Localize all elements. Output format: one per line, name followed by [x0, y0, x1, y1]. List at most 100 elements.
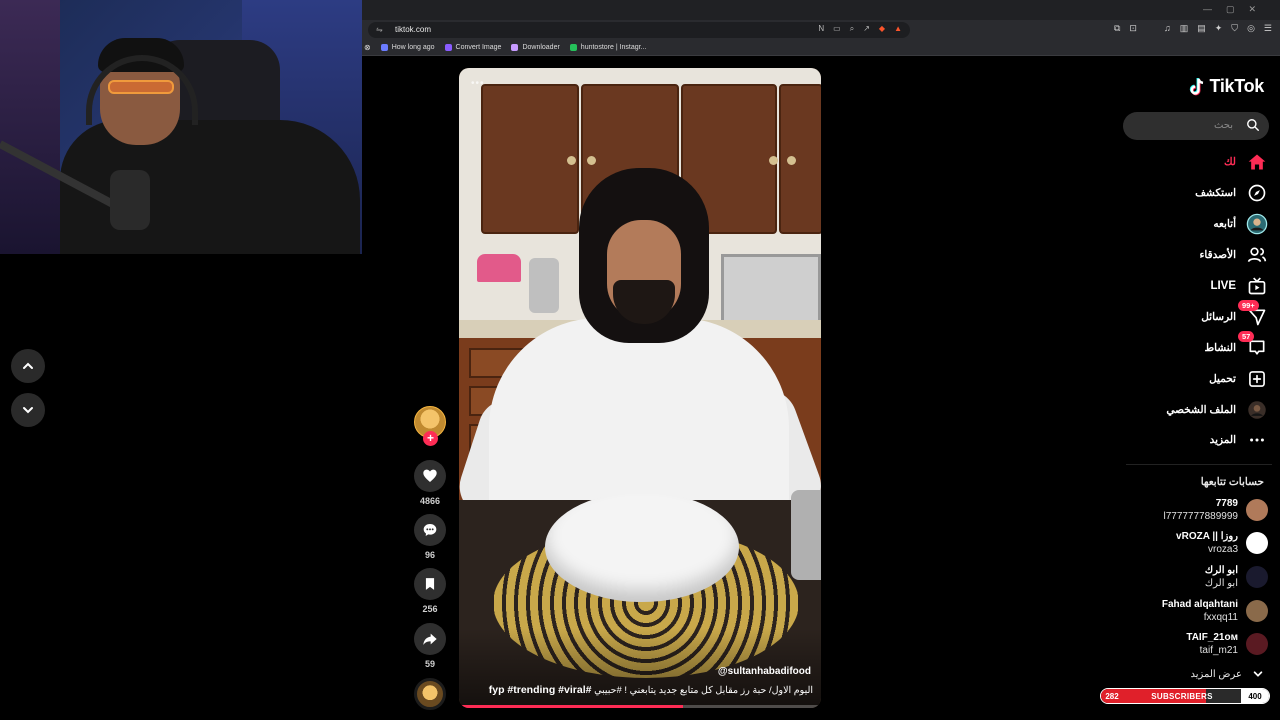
sidebar-item-for-you[interactable]: لك	[1224, 150, 1268, 174]
zoom-icon[interactable]: ⌕	[850, 24, 854, 34]
brave-shield-icon[interactable]: ◆	[879, 24, 885, 34]
address-bar[interactable]: ⇋ tiktok.com N ▭ ⌕ ↗ ◆ ▲	[368, 22, 910, 38]
subscriber-goal-bar: 282 SUBSCRIBERS 400	[1100, 688, 1270, 704]
see-more-label: عرض المزيد	[1190, 668, 1242, 680]
subscriber-progress: SUBSCRIBERS	[1123, 689, 1241, 703]
tiktok-logo-text: TikTok	[1209, 76, 1264, 96]
like-button[interactable]	[414, 460, 446, 492]
wallet-icon[interactable]: ◎	[1247, 23, 1255, 34]
video-progress-bar[interactable]	[459, 705, 821, 708]
comment-count: 96	[424, 550, 435, 560]
site-info-icon[interactable]: ⇋	[376, 25, 383, 34]
window-controls[interactable]: —▢✕	[1203, 4, 1270, 15]
webcam-overlay	[0, 0, 362, 254]
bookmark-downloader[interactable]: Downloader	[511, 44, 560, 51]
extension-icon[interactable]: ⧉	[1114, 23, 1120, 34]
video-caption-text: اليوم الاول/ حبة رز مقابل كل متابع جديد …	[594, 685, 813, 696]
video-player[interactable]: ••• @sultanhabadifood اليوم الاول/ حبة ر…	[459, 68, 821, 708]
sidebar-item-label: لك	[1223, 156, 1236, 168]
bookmark-label: huntostore | Instagr...	[580, 44, 647, 51]
compass-icon	[1246, 182, 1268, 204]
share-icon[interactable]: ↗	[863, 24, 870, 34]
previous-video-button[interactable]	[11, 349, 45, 383]
tiktok-sidebar: TikTok بحث لك استكشف أتابعه الأصدقاء LIV…	[1112, 58, 1280, 720]
save-count: 256	[422, 604, 438, 614]
share-arrow-icon	[423, 633, 437, 645]
browser-toolbar: ⇋ tiktok.com N ▭ ⌕ ↗ ◆ ▲ ⧉ ⊡ ♫ ▥ ▤ ✦ ⛉ ◎…	[362, 20, 1280, 40]
account-name: 7789	[1215, 498, 1238, 509]
sidebar-item-label: استكشف	[1195, 187, 1236, 199]
video-scene-cabinet	[779, 84, 821, 234]
video-hashtags[interactable]: #fyp #trending #viral	[489, 684, 592, 696]
sidebar-item-friends[interactable]: الأصدقاء	[1200, 243, 1269, 267]
webcam-wall	[0, 0, 60, 254]
share-button[interactable]	[414, 623, 446, 655]
follow-plus-icon[interactable]: +	[423, 431, 438, 446]
followed-account[interactable]: vROZA || روزا vroza3	[1176, 530, 1268, 556]
url-text[interactable]: tiktok.com	[395, 25, 431, 34]
sidebar-item-label: الملف الشخصي	[1166, 404, 1236, 416]
chevron-down-icon	[1253, 671, 1263, 677]
search-icon[interactable]	[1246, 118, 1260, 132]
following-accounts-title: حسابات تتابعها	[1200, 476, 1264, 488]
tabs-icon[interactable]: ▤	[1197, 23, 1206, 34]
sidebar-item-more[interactable]: المزيد	[1210, 428, 1268, 452]
next-video-button[interactable]	[11, 393, 45, 427]
extension-icon[interactable]: ⊡	[1129, 23, 1137, 34]
music-icon[interactable]: ♫	[1164, 23, 1171, 34]
followed-account[interactable]: 7789 l7777777889999	[1163, 497, 1268, 523]
sidebar-item-following[interactable]: أتابعه	[1213, 212, 1268, 236]
sidebar-icon[interactable]: ▥	[1180, 23, 1189, 34]
leo-ai-icon[interactable]: ✦	[1215, 23, 1223, 34]
video-caption: اليوم الاول/ حبة رز مقابل كل متابع جديد …	[463, 684, 813, 696]
bookmark-huntostore[interactable]: huntostore | Instagr...	[569, 44, 647, 51]
sidebar-item-label: أتابعه	[1213, 218, 1236, 230]
account-handle: fxxqq11	[1203, 612, 1238, 623]
cast-icon[interactable]: ▭	[833, 24, 841, 34]
account-handle: vroza3	[1207, 544, 1238, 555]
followed-account[interactable]: ابو الرك ابو الرك	[1205, 564, 1268, 590]
bookmark-how-long-ago[interactable]: How long ago	[380, 44, 435, 51]
tiktok-logo[interactable]: TikTok	[1188, 76, 1264, 97]
video-more-options-icon[interactable]: •••	[471, 78, 485, 89]
sidebar-item-messages[interactable]: الرسائل 99+	[1201, 300, 1268, 329]
music-disc-icon[interactable]	[414, 678, 446, 710]
menu-icon[interactable]: ☰	[1264, 23, 1272, 34]
bookmark-convert-image[interactable]: Convert Image	[444, 44, 501, 51]
video-author[interactable]: @sultanhabadifood	[718, 666, 811, 677]
like-count: 4866	[419, 496, 441, 506]
more-dots-icon	[1246, 429, 1268, 451]
account-text: ابو الرك ابو الرك	[1205, 564, 1238, 590]
microphone	[110, 170, 150, 230]
tiktok-note-icon	[1190, 77, 1204, 95]
bookmarks-menu-icon[interactable]: ⊗	[364, 43, 371, 52]
sidebar-item-profile[interactable]: الملف الشخصي	[1166, 398, 1268, 422]
bookmark-icon	[425, 578, 435, 590]
followed-account[interactable]: Fahad alqahtani fxxqq11	[1162, 598, 1268, 624]
following-avatar-icon	[1246, 213, 1268, 235]
account-handle: l7777777889999	[1163, 511, 1238, 522]
see-more-button[interactable]: عرض المزيد	[1190, 668, 1264, 680]
sidebar-item-live[interactable]: LIVE	[1210, 274, 1268, 298]
sidebar-item-activity[interactable]: النشاط 57	[1204, 331, 1268, 360]
video-scene-kettle	[529, 258, 559, 313]
followed-account[interactable]: TAIF_21ᴏᴍ taif_m21	[1186, 631, 1268, 657]
video-progress-fill	[459, 705, 684, 708]
sidebar-item-upload[interactable]: تحميل	[1209, 367, 1268, 391]
save-button[interactable]	[414, 568, 446, 600]
browser-window: —▢✕ ⇋ tiktok.com N ▭ ⌕ ↗ ◆ ▲ ⧉ ⊡ ♫ ▥ ▤ ✦…	[362, 0, 1280, 720]
sidebar-item-label: الرسائل	[1201, 311, 1236, 323]
bookmarks-bar: ⊗ How long ago Convert Image Downloader …	[362, 40, 1280, 56]
activity-badge: 57	[1238, 331, 1255, 342]
vpn-icon[interactable]: ⛉	[1231, 23, 1238, 34]
comment-button[interactable]	[414, 514, 446, 546]
sidebar-divider	[1126, 464, 1272, 465]
chevron-down-icon	[23, 407, 33, 414]
translate-icon[interactable]: N	[818, 24, 824, 34]
comment-icon	[423, 524, 437, 536]
search-input[interactable]: بحث	[1123, 112, 1269, 140]
sidebar-item-label: تحميل	[1209, 373, 1236, 385]
sidebar-item-explore[interactable]: استكشف	[1195, 181, 1268, 205]
profile-avatar-icon	[1246, 399, 1268, 421]
brave-rewards-icon[interactable]: ▲	[894, 24, 902, 34]
